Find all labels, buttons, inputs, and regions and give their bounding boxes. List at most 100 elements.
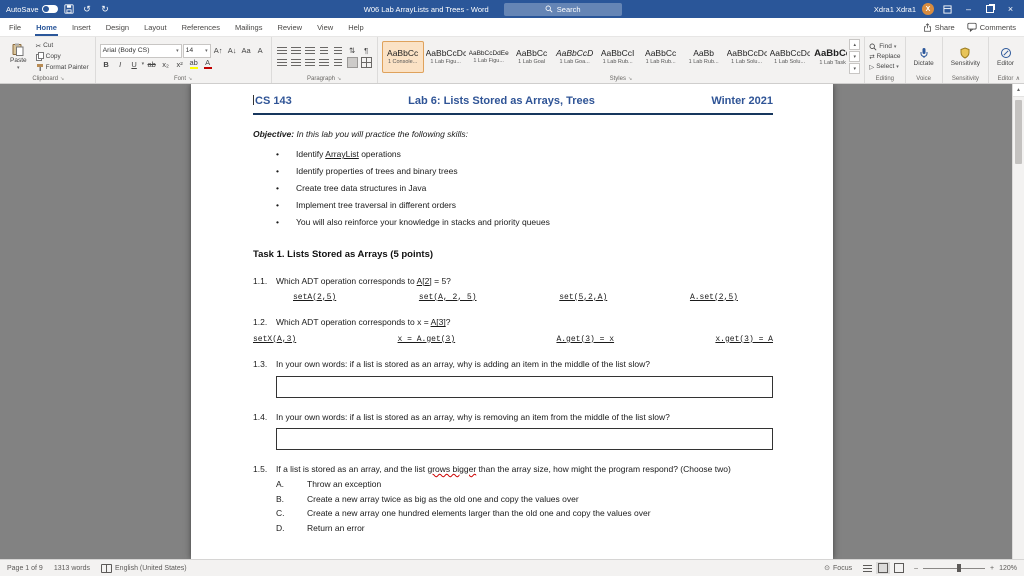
ribbon-tab[interactable]: Design <box>105 18 130 36</box>
style-card[interactable]: AaBbCcDdEe 1 Lab Figu... <box>468 41 510 73</box>
style-card[interactable]: AaBbCc 1 Lab Task <box>812 41 847 73</box>
scrollbar-thumb[interactable] <box>1015 100 1022 164</box>
page[interactable]: CS 143 Lab 6: Lists Stored as Arrays, Tr… <box>191 84 833 559</box>
user-name[interactable]: Xdra1 Xdra1 <box>874 5 916 14</box>
zoom-slider[interactable] <box>923 564 985 572</box>
style-card[interactable]: AaBbCcI 1 Lab Rub... <box>597 41 639 73</box>
choice-item[interactable]: D. Return an error <box>276 522 773 534</box>
sort-button[interactable]: ⇅ <box>346 45 359 56</box>
editor-button[interactable]: Editor <box>993 39 1018 74</box>
numbered-list-button[interactable] <box>290 45 303 56</box>
choice-item[interactable]: B. Create a new array twice as big as th… <box>276 493 773 505</box>
vertical-scrollbar[interactable]: ▲ <box>1012 84 1024 559</box>
font-color-button[interactable]: A <box>201 59 214 70</box>
underline-button[interactable]: U <box>128 59 141 70</box>
word-count[interactable]: 1313 words <box>54 565 90 572</box>
strikethrough-button[interactable]: ab <box>145 59 158 70</box>
shrink-font-button[interactable]: A↓ <box>226 45 239 56</box>
style-card[interactable]: AaBbCc 1 Lab Goal <box>511 41 553 73</box>
bullet-list-button[interactable] <box>276 45 289 56</box>
cut-button[interactable]: ✂ Cut <box>34 41 91 51</box>
answer-option[interactable]: set(5,2,A) <box>559 292 607 304</box>
scroll-up-button[interactable]: ▲ <box>1013 84 1024 97</box>
replace-button[interactable]: ⇄ Replace <box>869 53 900 61</box>
answer-option[interactable]: setX(A,3) <box>253 334 296 346</box>
font-name-select[interactable]: Arial (Body CS) ▾ <box>99 43 182 58</box>
decrease-indent-button[interactable] <box>318 45 331 56</box>
answer-option[interactable]: A.set(2,5) <box>690 292 738 304</box>
find-button[interactable]: Find ▾ <box>869 43 900 51</box>
style-card[interactable]: AaBbCc 1 Lab Rub... <box>640 41 682 73</box>
ribbon-tab[interactable]: View <box>316 18 334 36</box>
select-button[interactable]: ▷ Select ▾ <box>869 63 900 71</box>
shading-button[interactable] <box>346 57 359 68</box>
ribbon-tab[interactable]: Help <box>347 18 364 36</box>
styles-scroll-up-button[interactable]: ▴ <box>849 39 861 50</box>
styles-more-button[interactable]: ▾ <box>849 63 861 74</box>
zoom-out-button[interactable]: – <box>914 565 918 572</box>
minimize-button[interactable]: – <box>961 2 976 16</box>
proofing-status[interactable]: English (United States) <box>101 563 187 573</box>
collapse-ribbon-button[interactable]: ∧ <box>1016 75 1020 82</box>
ribbon-tab[interactable]: Layout <box>143 18 168 36</box>
style-card[interactable]: AaBbCcDc 1 Lab Solu... <box>726 41 768 73</box>
ribbon-tab[interactable]: Mailings <box>234 18 264 36</box>
paste-button[interactable]: Paste ▾ <box>6 39 31 74</box>
ribbon-tab[interactable]: Home <box>35 18 58 36</box>
paragraph-dialog-launcher[interactable]: ↘ <box>337 76 341 82</box>
increase-indent-button[interactable] <box>332 45 345 56</box>
subscript-button[interactable]: x₂ <box>159 59 172 70</box>
borders-button[interactable] <box>360 57 373 68</box>
show-formatting-button[interactable]: ¶ <box>360 45 373 56</box>
styles-scroll-down-button[interactable]: ▾ <box>849 51 861 62</box>
format-painter-button[interactable]: Format Painter <box>34 63 91 73</box>
search-box[interactable]: Search <box>503 2 622 16</box>
focus-mode-button[interactable]: ⊙ Focus <box>824 564 852 573</box>
choice-item[interactable]: A. Throw an exception <box>276 478 773 490</box>
clear-formatting-button[interactable]: A <box>254 45 267 56</box>
print-layout-button[interactable] <box>876 562 891 574</box>
restore-button[interactable] <box>982 2 997 16</box>
change-case-button[interactable]: Aa <box>240 45 253 56</box>
superscript-button[interactable]: x² <box>173 59 186 70</box>
style-card[interactable]: AaBbCcDc 1 Lab Solu... <box>769 41 811 73</box>
clipboard-dialog-launcher[interactable]: ↘ <box>60 76 64 82</box>
undo-button[interactable]: ↺ <box>81 2 94 16</box>
answer-box-1-3[interactable] <box>276 375 773 398</box>
redo-button[interactable]: ↻ <box>99 2 112 16</box>
answer-option[interactable]: setA(2,5) <box>293 292 336 304</box>
style-card[interactable]: AaBb 1 Lab Rub... <box>683 41 725 73</box>
ribbon-tab[interactable]: Insert <box>71 18 92 36</box>
answer-option[interactable]: A.get(3) = x <box>556 334 614 346</box>
answer-option[interactable]: set(A, 2, 5) <box>419 292 477 304</box>
copy-button[interactable]: Copy <box>34 52 91 62</box>
justify-button[interactable] <box>318 57 331 68</box>
choice-item[interactable]: C. Create a new array one hundred elemen… <box>276 507 773 519</box>
answer-box-1-4[interactable] <box>276 428 773 451</box>
line-spacing-button[interactable] <box>332 57 345 68</box>
zoom-level[interactable]: 120% <box>999 565 1017 572</box>
ribbon-display-options-button[interactable] <box>940 2 955 16</box>
autosave-toggle[interactable]: AutoSave <box>6 5 58 14</box>
user-avatar[interactable]: X <box>922 3 935 15</box>
style-card[interactable]: AaBbCcD 1 Lab Goa... <box>554 41 596 73</box>
multilevel-list-button[interactable] <box>304 45 317 56</box>
bold-button[interactable]: B <box>100 59 113 70</box>
font-dialog-launcher[interactable]: ↘ <box>188 76 192 82</box>
grow-font-button[interactable]: A↑ <box>212 45 225 56</box>
ribbon-tab[interactable]: References <box>181 18 221 36</box>
align-center-button[interactable] <box>290 57 303 68</box>
underline-dropdown-icon[interactable]: ▾ <box>142 61 145 67</box>
style-card[interactable]: AaBbCc 1 Console... <box>381 40 424 73</box>
close-button[interactable]: × <box>1003 2 1018 16</box>
ribbon-tab[interactable]: Review <box>276 18 303 36</box>
text-highlight-button[interactable]: ab <box>187 59 200 70</box>
save-button[interactable] <box>63 2 76 16</box>
sensitivity-button[interactable]: Sensitivity <box>947 39 984 74</box>
share-button[interactable]: Share <box>923 23 955 32</box>
zoom-in-button[interactable]: + <box>990 565 994 572</box>
styles-dialog-launcher[interactable]: ↘ <box>628 76 632 82</box>
align-left-button[interactable] <box>276 57 289 68</box>
align-right-button[interactable] <box>304 57 317 68</box>
read-mode-button[interactable] <box>860 562 874 574</box>
